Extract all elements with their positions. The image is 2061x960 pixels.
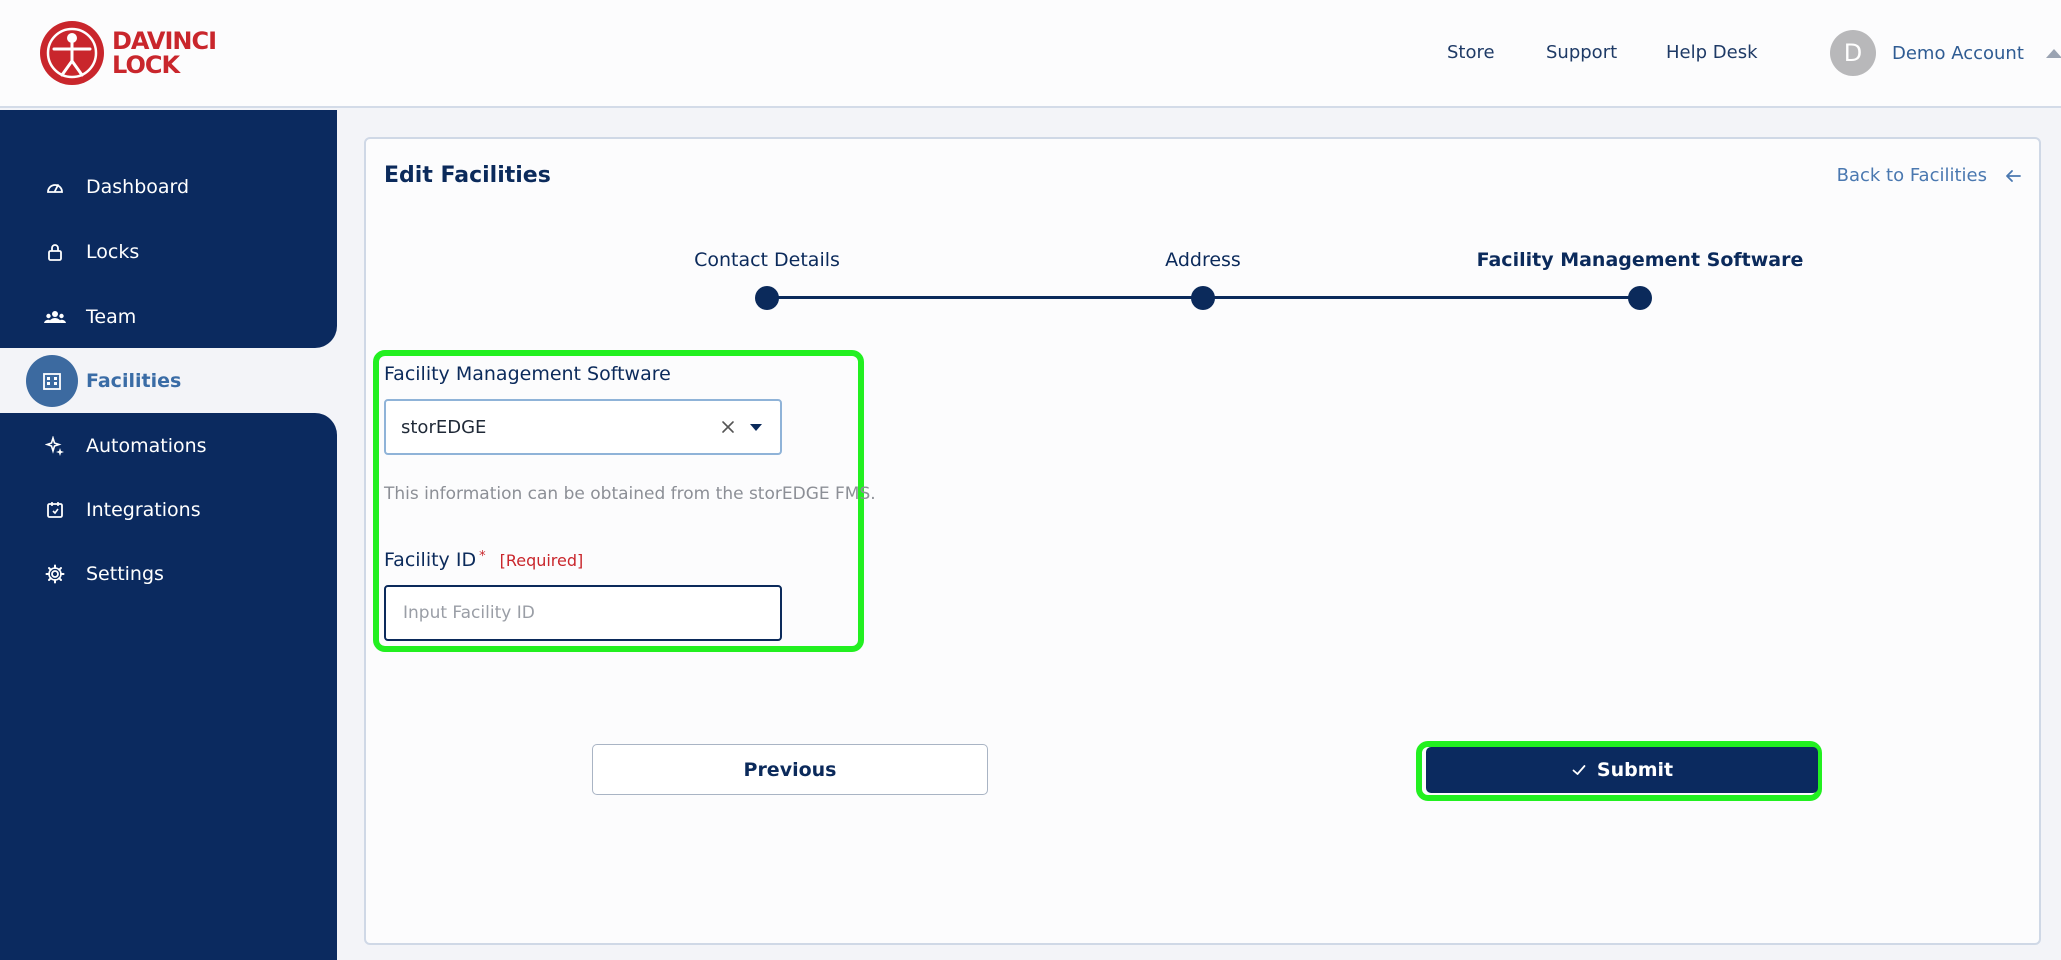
sidebar-item-locks[interactable]: Locks bbox=[44, 237, 139, 267]
fms-select[interactable]: storEDGE bbox=[384, 399, 782, 455]
account-name: Demo Account bbox=[1892, 42, 2024, 64]
facility-id-input[interactable] bbox=[384, 585, 782, 641]
facility-id-label-text: Facility ID bbox=[384, 549, 477, 571]
davinci-lock-logo[interactable]: DAVINCI LOCK bbox=[40, 20, 217, 86]
team-icon bbox=[44, 306, 66, 328]
submit-button-label: Submit bbox=[1596, 759, 1674, 781]
step-label-address[interactable]: Address bbox=[1165, 249, 1241, 271]
fms-select-value: storEDGE bbox=[401, 416, 487, 438]
gear-icon bbox=[44, 563, 66, 585]
lock-icon bbox=[44, 241, 66, 263]
integration-icon bbox=[44, 499, 66, 521]
arrow-left-icon bbox=[2006, 169, 2021, 182]
sidebar-item-label: Team bbox=[86, 306, 137, 328]
sidebar-item-label: Automations bbox=[86, 435, 207, 457]
step-dot-contact-details[interactable] bbox=[755, 286, 779, 310]
sidebar-item-team[interactable]: Team bbox=[44, 302, 136, 332]
chevron-down-icon[interactable] bbox=[750, 423, 762, 431]
submit-button[interactable]: Submit bbox=[1426, 747, 1818, 793]
sidebar-item-label: Locks bbox=[86, 241, 140, 263]
sidebar-item-label: Dashboard bbox=[86, 176, 190, 198]
sidebar-item-label: Integrations bbox=[86, 499, 201, 521]
sidebar-item-integrations[interactable]: Integrations bbox=[44, 495, 201, 525]
back-link-label: Back to Facilities bbox=[1836, 165, 1987, 186]
close-icon[interactable] bbox=[718, 417, 738, 437]
avatar: D bbox=[1830, 30, 1876, 76]
fms-helper-text: This information can be obtained from th… bbox=[384, 484, 876, 504]
sidebar-item-dashboard[interactable]: Dashboard bbox=[44, 172, 189, 202]
sidebar-item-settings[interactable]: Settings bbox=[44, 559, 164, 589]
edit-facilities-card: Edit Facilities Back to Facilities Conta… bbox=[364, 137, 2041, 945]
logo-text: DAVINCI LOCK bbox=[112, 27, 217, 79]
sidebar-item-automations[interactable]: Automations bbox=[44, 431, 207, 461]
nav-store-link[interactable]: Store bbox=[1447, 42, 1495, 63]
account-menu[interactable]: D Demo Account bbox=[1830, 30, 2061, 76]
previous-button[interactable]: Previous bbox=[592, 744, 988, 795]
vitruvian-logo-icon bbox=[40, 21, 104, 85]
page-title: Edit Facilities bbox=[384, 163, 551, 188]
step-label-fms[interactable]: Facility Management Software bbox=[1477, 249, 1804, 271]
back-to-facilities-link[interactable]: Back to Facilities bbox=[1837, 165, 2023, 186]
sidebar-item-label: Settings bbox=[86, 563, 164, 585]
top-header: DAVINCI LOCK Store Support Help Desk D D… bbox=[0, 0, 2061, 108]
required-tag: [Required] bbox=[499, 551, 584, 570]
sidebar-item-label: Facilities bbox=[86, 370, 182, 392]
chevron-up-icon bbox=[2045, 48, 2061, 58]
step-label-contact-details[interactable]: Contact Details bbox=[694, 249, 840, 271]
step-dot-fms[interactable] bbox=[1628, 286, 1652, 310]
nav-help-desk-link[interactable]: Help Desk bbox=[1666, 42, 1758, 63]
previous-button-label: Previous bbox=[743, 758, 837, 781]
required-star: * bbox=[479, 549, 486, 564]
sidebar-item-facilities[interactable]: Facilities bbox=[22, 351, 338, 411]
logo-line-1: DAVINCI bbox=[112, 27, 217, 55]
fms-label: Facility Management Software bbox=[384, 363, 671, 385]
logo-line-2: LOCK bbox=[112, 51, 180, 79]
step-dot-address[interactable] bbox=[1191, 286, 1215, 310]
sparkle-icon bbox=[44, 435, 66, 457]
gauge-icon bbox=[44, 176, 66, 198]
building-icon bbox=[26, 355, 78, 407]
nav-support-link[interactable]: Support bbox=[1546, 42, 1617, 63]
facility-id-label: Facility ID * [Required] bbox=[384, 549, 583, 571]
check-icon bbox=[1572, 765, 1586, 775]
